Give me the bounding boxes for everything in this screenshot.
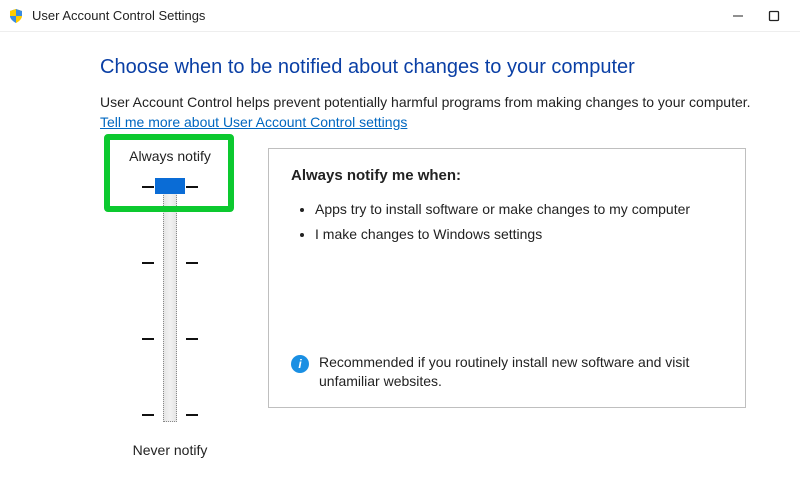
slider-label-never: Never notify: [133, 442, 208, 458]
title-bar: User Account Control Settings: [0, 0, 800, 32]
notification-detail-panel: Always notify me when: Apps try to insta…: [268, 148, 746, 408]
panel-bullet: Apps try to install software or make cha…: [315, 200, 723, 219]
panel-title: Always notify me when:: [291, 167, 723, 184]
panel-bullet-list: Apps try to install software or make cha…: [291, 194, 723, 250]
notification-slider[interactable]: [140, 172, 200, 430]
shield-icon: [8, 8, 24, 24]
notification-slider-column: Always notify Never notify: [100, 148, 240, 458]
maximize-button[interactable]: [756, 2, 792, 30]
panel-bullet: I make changes to Windows settings: [315, 225, 723, 244]
page-heading: Choose when to be notified about changes…: [100, 56, 756, 79]
slider-label-always: Always notify: [129, 148, 211, 164]
window-title: User Account Control Settings: [32, 8, 720, 23]
content-area: Choose when to be notified about changes…: [0, 32, 800, 458]
page-description: User Account Control helps prevent poten…: [100, 93, 756, 112]
slider-track: [163, 180, 177, 422]
slider-thumb[interactable]: [155, 178, 185, 194]
minimize-button[interactable]: [720, 2, 756, 30]
info-icon: i: [291, 355, 309, 373]
learn-more-link[interactable]: Tell me more about User Account Control …: [100, 114, 407, 130]
recommendation-text: Recommended if you routinely install new…: [319, 353, 723, 391]
